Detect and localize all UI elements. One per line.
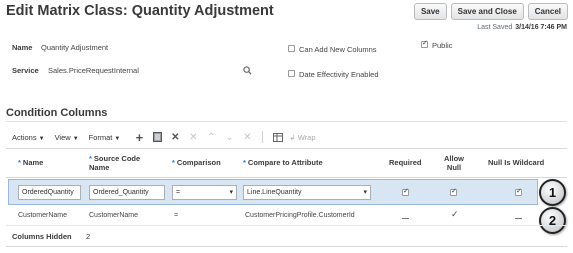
- move-down-icon[interactable]: ⌄: [220, 132, 238, 143]
- date-effectivity-checkbox[interactable]: [288, 70, 295, 77]
- column-header-null-wildcard[interactable]: Null Is Wildcard: [488, 158, 544, 167]
- compare-to-cell: CustomerPricingProfile.CustomerId: [245, 212, 355, 219]
- service-value: Sales.PriceRequestInternal: [48, 66, 139, 75]
- name-value: Quantity Adjustment: [41, 43, 109, 52]
- search-icon[interactable]: [243, 62, 252, 80]
- name-input[interactable]: OrderedQuantity: [18, 185, 81, 200]
- condition-columns-heading: Condition Columns: [6, 107, 108, 119]
- toolbar-separator: [262, 131, 264, 143]
- view-menu[interactable]: View ▼: [55, 133, 79, 142]
- service-label: Service: [12, 66, 39, 75]
- actions-menu-label: Actions: [12, 132, 37, 142]
- section-divider: [6, 121, 567, 122]
- column-header-allow-null[interactable]: Allow Null: [436, 154, 472, 172]
- required-marker: *: [172, 158, 175, 167]
- freeze-icon[interactable]: [269, 132, 287, 142]
- grid-bottom-border: [6, 246, 567, 247]
- can-add-new-columns-label: Can Add New Columns: [299, 45, 377, 54]
- callout-badge: 1: [539, 179, 566, 206]
- edit-icon[interactable]: [148, 132, 166, 142]
- save-button[interactable]: Save: [413, 3, 447, 20]
- public-checkbox[interactable]: [421, 39, 428, 48]
- column-header-source-code[interactable]: * Source Code Name: [89, 154, 159, 172]
- last-saved-value: 3/14/16 7:46 PM: [515, 24, 567, 31]
- comparison-select[interactable]: =: [172, 185, 237, 200]
- column-header-name[interactable]: * Name: [18, 158, 43, 167]
- table-toolbar: Actions ▼ View ▼ Format ▼ + ✕ ✕ ⌃ ⌄ ✕ ↲ Wra…: [12, 130, 316, 145]
- grid-top-border: [6, 148, 567, 149]
- date-effectivity-label: Date Effectivity Enabled: [299, 70, 379, 79]
- columns-hidden-label: Columns Hidden: [12, 232, 72, 241]
- add-icon[interactable]: +: [130, 130, 148, 145]
- required-marker: *: [243, 158, 246, 167]
- column-header-name-label: Name: [22, 158, 44, 167]
- name-label: Name: [12, 43, 33, 52]
- save-and-close-button[interactable]: Save and Close: [450, 3, 524, 20]
- comparison-cell: =: [174, 212, 179, 219]
- grid-header-divider: [6, 177, 567, 178]
- format-menu[interactable]: Format ▼: [89, 133, 121, 142]
- wrap-label: Wrap: [297, 132, 316, 142]
- allow-null-checkbox[interactable]: [450, 187, 457, 196]
- column-header-required[interactable]: Required: [389, 158, 422, 167]
- column-header-source-code-label: Source Code Name: [89, 154, 141, 172]
- delete-icon[interactable]: ✕: [166, 132, 184, 143]
- source-code-input[interactable]: Ordered_Quantity: [89, 185, 165, 200]
- required-marker: *: [18, 158, 21, 167]
- can-add-new-columns-checkbox[interactable]: [288, 45, 295, 52]
- name-cell: CustomerName: [18, 212, 68, 219]
- chevron-down-icon: ▼: [38, 135, 45, 142]
- chevron-down-icon: ▼: [72, 135, 79, 142]
- column-header-compare-to-label: Compare to Attribute: [247, 158, 323, 167]
- wrap-button[interactable]: ↲ Wrap: [289, 133, 315, 142]
- format-menu-label: Format: [88, 132, 113, 142]
- column-header-compare-to[interactable]: * Compare to Attribute: [243, 158, 323, 167]
- header-buttons: Save Save and Close Cancel: [413, 3, 568, 20]
- source-code-cell: CustomerName: [89, 212, 139, 219]
- columns-hidden-value: 2: [86, 232, 91, 241]
- compare-to-select[interactable]: Line.LineQuantity: [243, 185, 371, 200]
- collapse-icon[interactable]: ✕: [238, 132, 256, 143]
- move-up-icon[interactable]: ⌃: [202, 132, 220, 143]
- cut-icon[interactable]: ✕: [184, 132, 202, 143]
- chevron-down-icon: ▼: [114, 135, 121, 142]
- column-header-comparison[interactable]: * Comparison: [172, 158, 221, 167]
- last-saved-label: Last Saved: [477, 24, 513, 31]
- row-divider: [6, 225, 567, 226]
- required-marker: *: [89, 154, 92, 163]
- callout-badge: 2: [539, 207, 566, 234]
- column-header-comparison-label: Comparison: [176, 158, 221, 167]
- null-wildcard-checkbox[interactable]: [515, 187, 522, 196]
- last-saved: Last Saved 3/14/16 7:46 PM: [477, 24, 567, 31]
- cancel-button[interactable]: Cancel: [527, 3, 568, 20]
- actions-menu[interactable]: Actions ▼: [12, 133, 45, 142]
- null-wildcard-empty: [515, 218, 522, 219]
- allow-null-check-icon: ✓: [451, 209, 459, 219]
- required-empty: [402, 218, 409, 219]
- page-title: Edit Matrix Class: Quantity Adjustment: [6, 3, 274, 19]
- public-label: Public: [432, 41, 453, 50]
- required-checkbox[interactable]: [402, 187, 409, 196]
- wrap-icon: ↲: [289, 132, 298, 142]
- view-menu-label: View: [54, 132, 71, 142]
